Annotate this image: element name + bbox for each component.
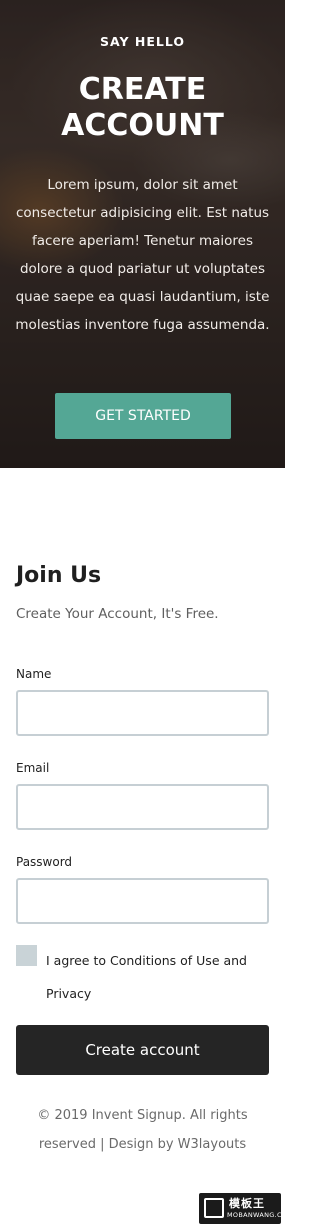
password-field[interactable] [16, 878, 269, 924]
name-label: Name [16, 667, 52, 681]
name-field[interactable] [16, 690, 269, 736]
form-subtitle: Create Your Account, It's Free. [16, 606, 219, 622]
email-label: Email [16, 761, 50, 775]
form-title: Join Us [16, 563, 102, 588]
create-account-button[interactable]: Create account [16, 1025, 269, 1075]
stack-icon [204, 1198, 224, 1218]
hero-description: Lorem ipsum, dolor sit amet consectetur … [15, 177, 270, 333]
hero-title: CREATE ACCOUNT [0, 72, 285, 144]
hero-kicker: SAY HELLO [100, 34, 185, 49]
watermark-logo: 模板王 MOBANWANG.COM [199, 1193, 293, 1224]
watermark-chinese: 模板王 [229, 1197, 265, 1210]
footer-copyright: © 2019 Invent Signup. All rights reserve… [37, 1108, 248, 1152]
hero-title-line-2: ACCOUNT [61, 108, 224, 143]
hero-title-line-1: CREATE [78, 72, 207, 107]
agree-checkbox[interactable] [16, 945, 37, 966]
agree-label: I agree to Conditions of Use and Privacy [46, 953, 247, 1001]
get-started-button[interactable]: GET STARTED [55, 393, 231, 439]
password-label: Password [16, 855, 73, 869]
hero-banner: SAY HELLO CREATE ACCOUNT Lorem ipsum, do… [0, 0, 285, 468]
watermark-english: MOBANWANG.COM [227, 1211, 294, 1219]
email-field[interactable] [16, 784, 269, 830]
